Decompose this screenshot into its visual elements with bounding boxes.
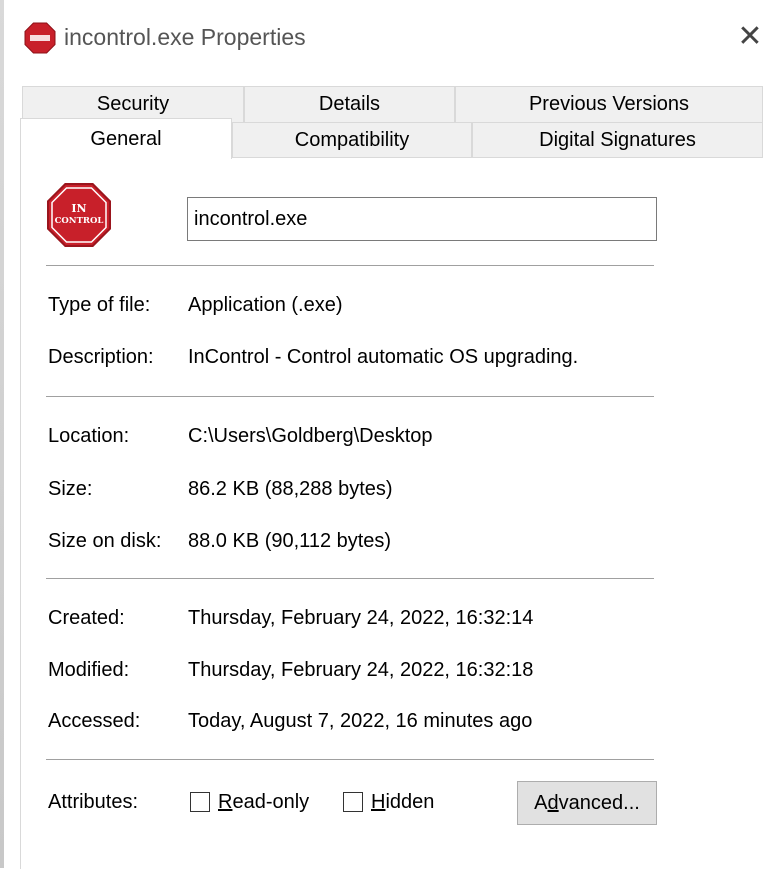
tab-compatibility[interactable]: Compatibility — [232, 122, 472, 158]
incontrol-file-icon: IN CONTROL — [47, 183, 111, 247]
size-on-disk-value: 88.0 KB (90,112 bytes) — [188, 530, 392, 552]
size-label: Size: — [48, 478, 93, 500]
description-value: InControl - Control automatic OS upgradi… — [188, 346, 579, 368]
title-bar[interactable]: incontrol.exe Properties ✕ — [4, 0, 763, 78]
separator — [46, 265, 654, 266]
advanced-button[interactable]: Ad vanced... — [517, 781, 657, 825]
separator — [46, 396, 654, 397]
accessed-label: Accessed: — [48, 710, 141, 732]
file-name-input[interactable] — [187, 197, 657, 241]
hidden-label[interactable]: Hidden — [371, 791, 434, 814]
hidden-rest: idden — [385, 791, 435, 813]
type-of-file-value: Application (.exe) — [188, 294, 343, 316]
hidden-accel: H — [371, 791, 386, 813]
icon-text-in: IN — [71, 202, 86, 215]
size-value: 86.2 KB (88,288 bytes) — [188, 478, 393, 500]
separator — [46, 759, 654, 760]
location-label: Location: — [48, 425, 130, 447]
tab-digital-signatures[interactable]: Digital Signatures — [472, 122, 763, 158]
modified-label: Modified: — [48, 659, 130, 681]
size-on-disk-label: Size on disk: — [48, 530, 162, 552]
advanced-pre: A — [534, 791, 548, 814]
created-value: Thursday, February 24, 2022, 16:32:14 — [188, 607, 534, 629]
read-only-accel: R — [218, 791, 233, 813]
type-of-file-label: Type of file: — [48, 294, 151, 316]
accessed-value: Today, August 7, 2022, 16 minutes ago — [188, 710, 533, 732]
hidden-checkbox[interactable] — [343, 792, 363, 812]
incontrol-stop-sign-icon — [24, 22, 56, 54]
advanced-accel: d — [547, 791, 559, 814]
location-value: C:\Users\Goldberg\Desktop — [188, 425, 433, 447]
read-only-label[interactable]: Read-only — [218, 791, 309, 814]
window-left-edge — [0, 0, 4, 868]
separator — [46, 578, 654, 579]
created-label: Created: — [48, 607, 125, 629]
tab-details[interactable]: Details — [244, 86, 455, 123]
icon-text-control: CONTROL — [55, 216, 104, 226]
advanced-post: vanced... — [558, 791, 640, 814]
description-label: Description: — [48, 346, 154, 368]
modified-value: Thursday, February 24, 2022, 16:32:18 — [188, 659, 534, 681]
attributes-label: Attributes: — [48, 791, 139, 813]
read-only-rest: ead-only — [232, 791, 310, 813]
general-panel — [20, 157, 763, 869]
close-icon[interactable]: ✕ — [734, 20, 763, 53]
tab-general[interactable]: General — [20, 118, 232, 159]
tab-previous-versions[interactable]: Previous Versions — [455, 86, 763, 123]
read-only-checkbox[interactable] — [190, 792, 210, 812]
window-title: incontrol.exe Properties — [64, 24, 306, 50]
